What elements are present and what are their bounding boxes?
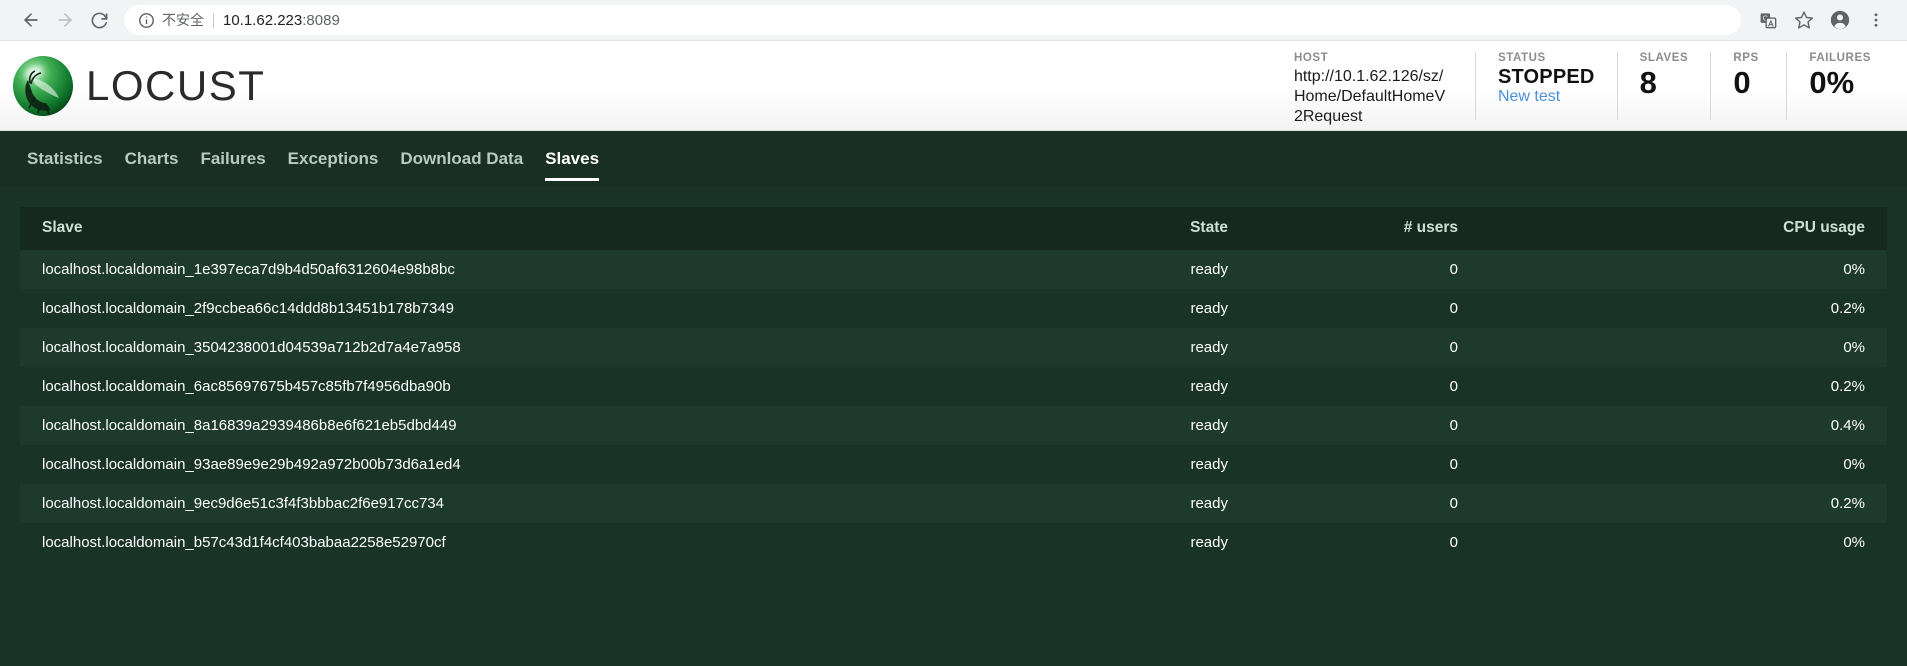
cell-state: ready xyxy=(1190,261,1228,278)
address-bar[interactable]: 不安全 10.1.62.223:8089 xyxy=(124,5,1741,35)
cell-users: 0 xyxy=(1449,378,1458,395)
insecure-label: 不安全 xyxy=(162,12,204,28)
cell-slave: localhost.localdomain_9ec9d6e51c3f4f3bbb… xyxy=(42,495,444,512)
cell-slave: localhost.localdomain_93ae89e9e29b492a97… xyxy=(42,456,461,473)
url-port: :8089 xyxy=(302,11,340,29)
cell-cpu: 0.2% xyxy=(1830,300,1865,317)
star-icon[interactable] xyxy=(1787,3,1821,37)
stat-rps: RPS 0 xyxy=(1711,51,1788,120)
cell-cpu: 0% xyxy=(1843,456,1865,473)
stat-failures-label: FAILURES xyxy=(1809,51,1871,64)
stat-slaves-value: 8 xyxy=(1639,64,1657,100)
cell-state: ready xyxy=(1190,339,1228,356)
cell-state: ready xyxy=(1190,378,1228,395)
slaves-panel: Slave State # users CPU usage localhost.… xyxy=(0,187,1907,666)
back-icon[interactable] xyxy=(14,3,48,37)
slaves-table: Slave State # users CPU usage localhost.… xyxy=(20,207,1887,562)
stat-failures-value: 0% xyxy=(1809,64,1855,100)
brand[interactable]: LOCUST xyxy=(0,53,265,119)
cell-users: 0 xyxy=(1449,495,1458,512)
cell-cpu: 0% xyxy=(1843,261,1865,278)
stat-rps-label: RPS xyxy=(1733,51,1759,64)
cell-slave: localhost.localdomain_1e397eca7d9b4d50af… xyxy=(42,261,455,278)
stat-host-label: HOST xyxy=(1293,51,1329,64)
cell-state: ready xyxy=(1190,456,1228,473)
translate-icon[interactable]: G xyxy=(1751,3,1785,37)
header-stats: HOST http://10.1.62.126/sz/Home/DefaultH… xyxy=(1284,51,1907,125)
reload-icon[interactable] xyxy=(82,3,116,37)
browser-toolbar: 不安全 10.1.62.223:8089 G xyxy=(0,0,1907,41)
app-header: LOCUST HOST http://10.1.62.126/sz/Home/D… xyxy=(0,41,1907,131)
tab-label: Statistics xyxy=(27,149,103,168)
cell-users: 0 xyxy=(1449,339,1458,356)
omnibox-divider xyxy=(213,12,214,28)
cell-slave: localhost.localdomain_8a16839a2939486b8e… xyxy=(42,417,457,434)
cell-users: 0 xyxy=(1449,417,1458,434)
table-header-row: Slave State # users CPU usage xyxy=(20,207,1887,250)
locust-logo-icon xyxy=(10,53,76,119)
main-nav: Statistics Charts Failures Exceptions Downlo… xyxy=(0,131,1907,187)
stat-status-label: STATUS xyxy=(1497,51,1546,64)
table-row: localhost.localdomain_1e397eca7d9b4d50af… xyxy=(20,250,1887,289)
table-row: localhost.localdomain_3504238001d04539a7… xyxy=(20,328,1887,367)
cell-state: ready xyxy=(1190,300,1228,317)
table-row: localhost.localdomain_6ac85697675b457c85… xyxy=(20,367,1887,406)
cell-cpu: 0% xyxy=(1843,339,1865,356)
browser-actions: G xyxy=(1751,3,1893,37)
table-row: localhost.localdomain_8a16839a2939486b8e… xyxy=(20,406,1887,445)
cell-slave: localhost.localdomain_b57c43d1f4cf403bab… xyxy=(42,534,446,551)
tab-download-data[interactable]: Download Data xyxy=(389,131,534,187)
cell-state: ready xyxy=(1190,495,1228,512)
cell-users: 0 xyxy=(1449,456,1458,473)
column-header-slave[interactable]: Slave xyxy=(20,207,1020,250)
tab-slaves[interactable]: Slaves xyxy=(534,131,610,187)
url-text: 10.1.62.223:8089 xyxy=(223,12,340,29)
url-host: 10.1.62.223 xyxy=(223,11,303,29)
cell-users: 0 xyxy=(1449,261,1458,278)
cell-users: 0 xyxy=(1449,534,1458,551)
column-header-users[interactable]: # users xyxy=(1250,207,1480,250)
tab-failures[interactable]: Failures xyxy=(189,131,276,187)
tab-statistics[interactable]: Statistics xyxy=(16,131,114,187)
tab-charts[interactable]: Charts xyxy=(114,131,190,187)
forward-icon[interactable] xyxy=(48,3,82,37)
table-row: localhost.localdomain_93ae89e9e29b492a97… xyxy=(20,445,1887,484)
cell-cpu: 0.2% xyxy=(1830,495,1865,512)
more-vertical-icon[interactable] xyxy=(1859,3,1893,37)
tab-exceptions[interactable]: Exceptions xyxy=(277,131,390,187)
cell-state: ready xyxy=(1190,417,1228,434)
tab-label: Exceptions xyxy=(287,149,379,168)
info-circle-icon[interactable] xyxy=(138,12,155,29)
table-head: Slave State # users CPU usage xyxy=(20,207,1887,250)
table-row: localhost.localdomain_b57c43d1f4cf403bab… xyxy=(20,523,1887,562)
stat-rps-value: 0 xyxy=(1733,64,1751,100)
cell-cpu: 0.2% xyxy=(1830,378,1865,395)
account-circle-icon[interactable] xyxy=(1823,3,1857,37)
stat-status-value: STOPPED xyxy=(1497,65,1595,88)
cell-slave: localhost.localdomain_3504238001d04539a7… xyxy=(42,339,461,356)
column-header-state[interactable]: State xyxy=(1020,207,1250,250)
stat-host: HOST http://10.1.62.126/sz/Home/DefaultH… xyxy=(1284,51,1476,125)
stat-slaves-label: SLAVES xyxy=(1639,51,1689,64)
stat-status: STATUS STOPPED New test xyxy=(1476,51,1618,120)
cell-users: 0 xyxy=(1449,300,1458,317)
cell-cpu: 0.4% xyxy=(1830,417,1865,434)
cell-slave: localhost.localdomain_6ac85697675b457c85… xyxy=(42,378,451,395)
table-row: localhost.localdomain_2f9ccbea66c14ddd8b… xyxy=(20,289,1887,328)
table-row: localhost.localdomain_9ec9d6e51c3f4f3bbb… xyxy=(20,484,1887,523)
stat-failures: FAILURES 0% xyxy=(1787,52,1875,120)
tab-label: Failures xyxy=(200,149,266,168)
stat-host-value: http://10.1.62.126/sz/Home/DefaultHomeV2… xyxy=(1293,67,1446,126)
tab-label: Charts xyxy=(124,149,179,168)
tab-label: Slaves xyxy=(545,149,600,168)
stat-slaves: SLAVES 8 xyxy=(1618,51,1712,120)
new-test-link[interactable]: New test xyxy=(1498,88,1595,106)
table-body: localhost.localdomain_1e397eca7d9b4d50af… xyxy=(20,250,1887,562)
cell-state: ready xyxy=(1190,534,1228,551)
cell-cpu: 0% xyxy=(1843,534,1865,551)
brand-name: LOCUST xyxy=(86,61,266,109)
tab-label: Download Data xyxy=(400,149,524,168)
cell-slave: localhost.localdomain_2f9ccbea66c14ddd8b… xyxy=(42,300,455,317)
column-header-cpu[interactable]: CPU usage xyxy=(1480,207,1887,250)
